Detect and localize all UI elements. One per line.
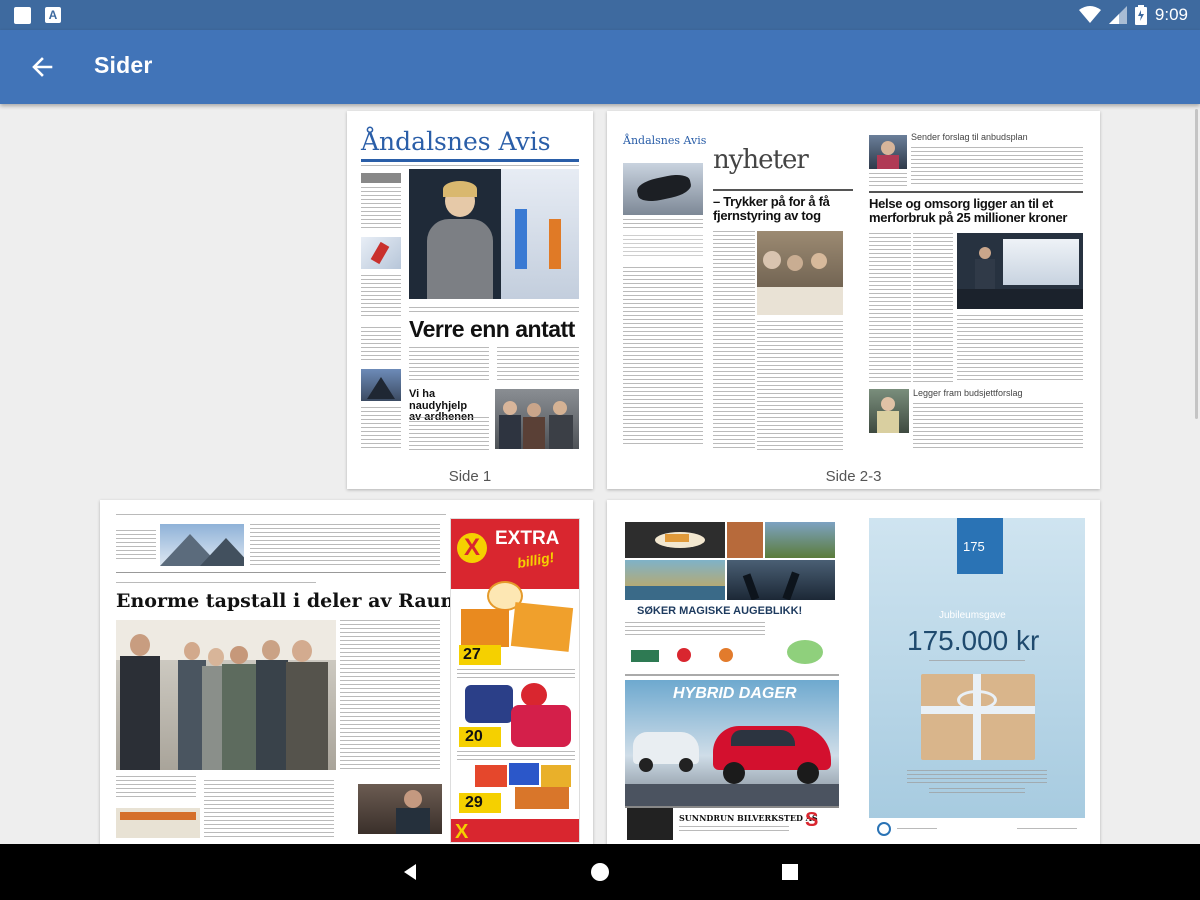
page-label: Side 1: [448, 468, 492, 485]
nav-recents-button[interactable]: [772, 854, 808, 890]
system-nav-bar: [0, 844, 1200, 900]
page-thumbnail: SØKER MAGISKE AUGEBLIKK! HYBRID DAGER SU…: [607, 500, 1100, 844]
wifi-icon: [1078, 6, 1101, 23]
page-thumbnail: Åndalsnes Avis Verre enn antatt Vi ha na…: [347, 111, 593, 463]
app-a-icon: A: [45, 7, 61, 23]
jubilee-label: Jubileumsgave: [939, 610, 1006, 621]
app-bar: Sider: [0, 30, 1200, 104]
status-bar: A 9:09: [0, 0, 1200, 30]
back-button[interactable]: [22, 47, 62, 87]
signal-icon: [1108, 6, 1127, 24]
page-title: Sider: [94, 52, 153, 78]
front-photo: [409, 169, 579, 299]
hybrid-title: HYBRID DAGER: [673, 685, 797, 702]
masthead: Åndalsnes Avis: [361, 127, 551, 156]
page-card-side-2-3[interactable]: Åndalsnes Avis nyheter – Trykker på for …: [607, 111, 1100, 489]
price-2: 20: [465, 728, 483, 745]
arrow-back-icon: [32, 57, 53, 77]
extra-subtitle: billig!: [515, 548, 556, 572]
jubilee-ad: 175 Jubileumsgave 175.000 kr: [869, 518, 1085, 818]
extra-title: EXTRA: [495, 528, 560, 549]
page-card-side-1[interactable]: Åndalsnes Avis Verre enn antatt Vi ha na…: [347, 111, 593, 489]
clock: 9:09: [1154, 5, 1188, 24]
nav-recents-icon: [782, 864, 798, 880]
page-thumbnail: Enorme tapstall i deler av Rauma X EXTRA…: [100, 500, 593, 844]
jubilee-badge: 175: [963, 539, 985, 554]
battery-icon: [1134, 5, 1147, 25]
page-thumbnail: Åndalsnes Avis nyheter – Trykker på for …: [607, 111, 1100, 463]
headline-4: Enorme tapstall i deler av Rauma: [116, 590, 473, 612]
nav-back-button[interactable]: [392, 854, 428, 890]
section-title: nyheter: [713, 145, 809, 175]
nav-home-button[interactable]: [582, 854, 618, 890]
nav-home-icon: [591, 863, 609, 881]
travel-headline: SØKER MAGISKE AUGEBLIKK!: [637, 605, 803, 617]
headline-left: – Trykker på for å få fjernstyring av to…: [713, 194, 830, 223]
price-1: 27: [463, 646, 481, 663]
page-label: Side 2-3: [825, 468, 882, 485]
notification-square-icon: [14, 7, 31, 24]
small-masthead: Åndalsnes Avis: [623, 134, 707, 147]
jubilee-amount: 175.000 kr: [907, 625, 1040, 656]
page-card-side-4-5[interactable]: Enorme tapstall i deler av Rauma X EXTRA…: [100, 500, 593, 844]
group-photo: [116, 620, 336, 770]
extra-ad: X EXTRA billig! 27 20 29 X: [450, 518, 580, 843]
dealer-name: SUNNDRUN BILVERKSTED AS: [679, 813, 818, 823]
hybrid-ad: HYBRID DAGER: [625, 680, 839, 806]
pages-grid[interactable]: Åndalsnes Avis Verre enn antatt Vi ha na…: [0, 104, 1200, 844]
headline-right: Helse og omsorg ligger an til et merforb…: [869, 196, 1068, 225]
scrollbar[interactable]: [1195, 109, 1198, 419]
page-card-side-6-7[interactable]: SØKER MAGISKE AUGEBLIKK! HYBRID DAGER SU…: [607, 500, 1100, 844]
nav-back-icon: [404, 864, 416, 880]
front-headline: Verre enn antatt: [409, 316, 575, 342]
price-3: 29: [465, 794, 483, 811]
